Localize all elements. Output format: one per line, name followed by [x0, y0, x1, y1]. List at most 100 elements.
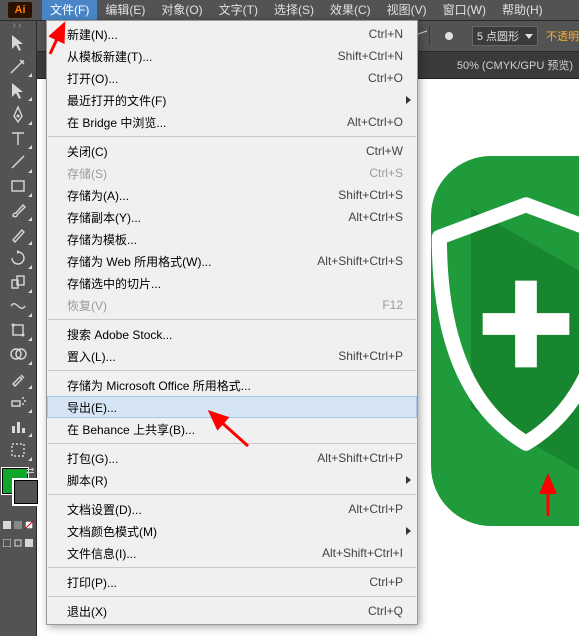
menu-entry-label: 关闭(C) — [67, 143, 366, 160]
menu-entry-shortcut: Alt+Shift+Ctrl+S — [317, 254, 403, 268]
menu-entry[interactable]: 打印(P)...Ctrl+P — [47, 571, 417, 593]
panel-grip[interactable]: ›› — [0, 20, 36, 30]
type-tool[interactable] — [3, 126, 33, 150]
pen-tool[interactable] — [3, 102, 33, 126]
menu-item[interactable]: 文件(F) — [42, 0, 97, 20]
file-menu-dropdown: 新建(N)...Ctrl+N从模板新建(T)...Shift+Ctrl+N打开(… — [46, 20, 418, 625]
color-mode-btn[interactable] — [1, 518, 12, 532]
opacity-label: 不透明 — [546, 28, 579, 44]
menu-entry-label: 在 Bridge 中浏览... — [67, 114, 347, 131]
menu-entry[interactable]: 脚本(R) — [47, 469, 417, 491]
column-graph-tool[interactable] — [3, 414, 33, 438]
menu-entry[interactable]: 置入(L)...Shift+Ctrl+P — [47, 345, 417, 367]
menu-item[interactable]: 效果(C) — [322, 0, 379, 20]
menu-entry[interactable]: 打开(O)...Ctrl+O — [47, 67, 417, 89]
menu-entry-shortcut: Alt+Ctrl+O — [347, 115, 403, 129]
selection-tool[interactable] — [3, 30, 33, 54]
menu-entry-shortcut: Alt+Ctrl+S — [348, 210, 403, 224]
menu-item[interactable]: 文字(T) — [211, 0, 266, 20]
menu-entry[interactable]: 从模板新建(T)...Shift+Ctrl+N — [47, 45, 417, 67]
menu-entry[interactable]: 存储选中的切片... — [47, 272, 417, 294]
pencil-tool[interactable] — [3, 222, 33, 246]
menu-entry[interactable]: 导出(E)... — [47, 396, 417, 418]
screen-mode-row — [1, 536, 35, 550]
menu-item[interactable]: 编辑(E) — [97, 0, 153, 20]
line-tool[interactable] — [3, 150, 33, 174]
menu-entry[interactable]: 在 Bridge 中浏览...Alt+Ctrl+O — [47, 111, 417, 133]
rotate-tool[interactable] — [3, 246, 33, 270]
menu-entry-shortcut: Shift+Ctrl+P — [338, 349, 403, 363]
none-mode-btn[interactable] — [23, 518, 34, 532]
menu-entry-shortcut: Ctrl+O — [368, 71, 403, 85]
menu-item[interactable]: 视图(V) — [379, 0, 435, 20]
rectangle-tool[interactable] — [3, 174, 33, 198]
menu-entry-label: 在 Behance 上共享(B)... — [67, 421, 403, 438]
symbol-sprayer-tool[interactable] — [3, 390, 33, 414]
menu-entry-shortcut: Ctrl+N — [369, 27, 403, 41]
menu-entry-label: 新建(N)... — [67, 26, 369, 43]
menu-item[interactable]: 窗口(W) — [435, 0, 494, 20]
menu-entry[interactable]: 最近打开的文件(F) — [47, 89, 417, 111]
menu-item[interactable]: 选择(S) — [266, 0, 322, 20]
menu-entry[interactable]: 新建(N)...Ctrl+N — [47, 23, 417, 45]
width-tool[interactable] — [3, 294, 33, 318]
paintbrush-tool[interactable] — [3, 198, 33, 222]
brush-stroke-size-icon[interactable] — [432, 27, 466, 45]
draw-mode-row — [1, 518, 35, 532]
menu-entry[interactable]: 打包(G)...Alt+Shift+Ctrl+P — [47, 447, 417, 469]
menu-entry-label: 打包(G)... — [67, 450, 317, 467]
menu-separator — [48, 370, 416, 371]
magic-wand-tool[interactable] — [3, 54, 33, 78]
menu-entry[interactable]: 存储为模板... — [47, 228, 417, 250]
stroke-swatch[interactable] — [12, 478, 40, 506]
menu-entry[interactable]: 退出(X)Ctrl+Q — [47, 600, 417, 622]
full-screen-btn[interactable] — [12, 536, 23, 550]
menu-entry-label: 打印(P)... — [67, 574, 369, 591]
free-transform-tool[interactable] — [3, 318, 33, 342]
menu-entry-shortcut: Ctrl+S — [369, 166, 403, 180]
menu-separator — [48, 319, 416, 320]
menu-entry[interactable]: 文档设置(D)...Alt+Ctrl+P — [47, 498, 417, 520]
menu-items: 文件(F)编辑(E)对象(O)文字(T)选择(S)效果(C)视图(V)窗口(W)… — [42, 0, 551, 20]
menu-entry-shortcut: Ctrl+W — [366, 144, 403, 158]
menu-separator — [48, 136, 416, 137]
menu-entry[interactable]: 文档颜色模式(M) — [47, 520, 417, 542]
scale-tool[interactable] — [3, 270, 33, 294]
shape-builder-tool[interactable] — [3, 342, 33, 366]
color-swatch-block[interactable]: ⇄ — [2, 468, 34, 512]
menu-entry[interactable]: 存储为 Web 所用格式(W)...Alt+Shift+Ctrl+S — [47, 250, 417, 272]
eyedropper-tool[interactable] — [3, 366, 33, 390]
menu-entry-label: 存储副本(Y)... — [67, 209, 348, 226]
menu-entry[interactable]: 关闭(C)Ctrl+W — [47, 140, 417, 162]
menu-entry[interactable]: 在 Behance 上共享(B)... — [47, 418, 417, 440]
app-logo: Ai — [8, 2, 32, 18]
menu-item[interactable]: 对象(O) — [153, 0, 210, 20]
menu-entry: 恢复(V)F12 — [47, 294, 417, 316]
menu-entry-label: 最近打开的文件(F) — [67, 92, 403, 109]
menu-entry[interactable]: 存储为(A)...Shift+Ctrl+S — [47, 184, 417, 206]
menu-bar: Ai 文件(F)编辑(E)对象(O)文字(T)选择(S)效果(C)视图(V)窗口… — [0, 0, 579, 21]
presentation-btn[interactable] — [23, 536, 34, 550]
menu-entry-label: 退出(X) — [67, 603, 368, 620]
gradient-mode-btn[interactable] — [12, 518, 23, 532]
menu-entry[interactable]: 存储副本(Y)...Alt+Ctrl+S — [47, 206, 417, 228]
direct-selection-tool[interactable] — [3, 78, 33, 102]
menu-entry[interactable]: 搜索 Adobe Stock... — [47, 323, 417, 345]
swap-fill-stroke-icon[interactable]: ⇄ — [26, 466, 34, 477]
normal-screen-btn[interactable] — [1, 536, 12, 550]
document-tab[interactable]: 50% (CMYK/GPU 预览) — [457, 52, 573, 78]
menu-entry-label: 导出(E)... — [67, 399, 403, 416]
brush-size-value: 5 点圆形 — [477, 28, 519, 44]
menu-item[interactable]: 帮助(H) — [494, 0, 551, 20]
menu-entry-label: 恢复(V) — [67, 297, 382, 314]
menu-entry-label: 存储为模板... — [67, 231, 403, 248]
menu-entry-label: 文档颜色模式(M) — [67, 523, 403, 540]
doc-zoom-mode: 50% (CMYK/GPU 预览) — [457, 57, 573, 73]
menu-entry[interactable]: 文件信息(I)...Alt+Shift+Ctrl+I — [47, 542, 417, 564]
shield-artwork[interactable] — [431, 116, 579, 516]
menu-entry-shortcut: Ctrl+P — [369, 575, 403, 589]
artboard-tool[interactable] — [3, 438, 33, 462]
shield-icon — [411, 194, 579, 454]
brush-size-combo[interactable]: 5 点圆形 — [472, 26, 538, 46]
menu-entry[interactable]: 存储为 Microsoft Office 所用格式... — [47, 374, 417, 396]
